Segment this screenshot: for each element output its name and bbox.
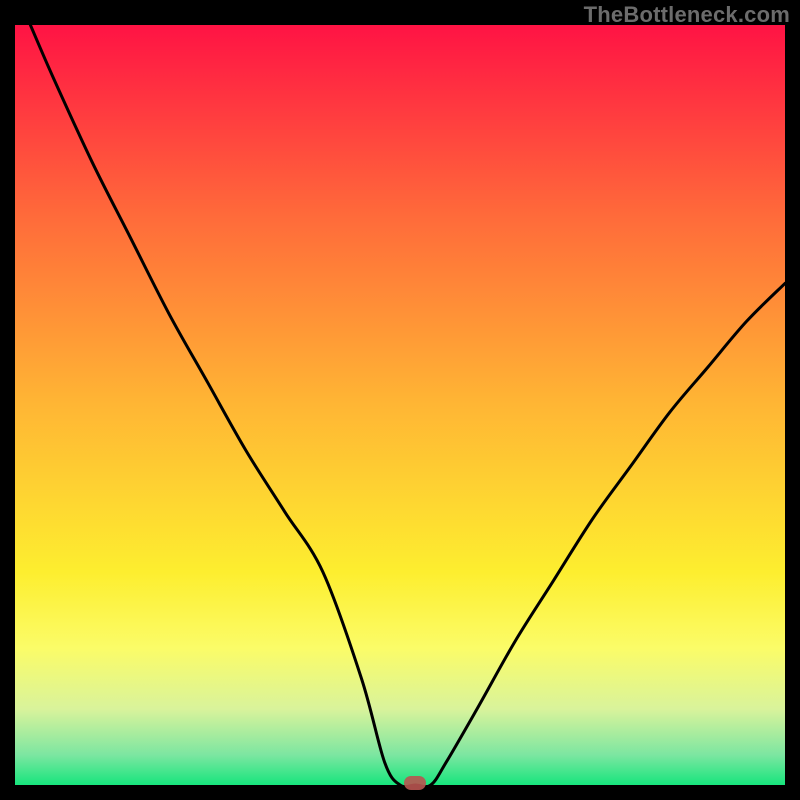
chart-frame (15, 25, 785, 785)
optimal-point-marker (404, 776, 426, 790)
gradient-background (15, 25, 785, 785)
bottleneck-chart (15, 25, 785, 785)
